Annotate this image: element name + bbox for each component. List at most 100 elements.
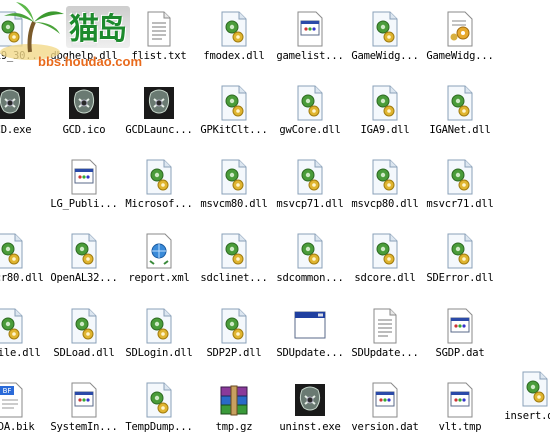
file-item[interactable]: TempDump... xyxy=(117,377,201,447)
file-label: SGDP.dat xyxy=(435,347,485,359)
file-label: SystemIn... xyxy=(50,421,118,433)
dll-gear-icon xyxy=(0,233,26,269)
file-label: msvcr71.dll xyxy=(426,198,494,210)
file-item[interactable]: GameWidg... xyxy=(418,6,502,76)
app-window-icon xyxy=(294,308,326,344)
file-item[interactable]: IGA9.dll xyxy=(343,80,427,150)
file-item[interactable]: SDUpdate... xyxy=(268,303,352,373)
file-label: SDLogin.dll xyxy=(125,347,193,359)
file-label: fmodex.dll xyxy=(203,50,265,62)
file-item[interactable]: IGANet.dll xyxy=(418,80,502,150)
game-exe-icon xyxy=(294,382,326,418)
file-item[interactable]: SDError.dll xyxy=(418,228,502,298)
file-label: TempDump... xyxy=(125,421,193,433)
dll-gear-icon xyxy=(143,308,175,344)
dll-gear-icon xyxy=(68,233,100,269)
file-label: SDUpdate... xyxy=(276,347,344,359)
file-label: gamelist... xyxy=(276,50,344,62)
file-item[interactable]: fmodex.dll xyxy=(192,6,276,76)
text-doc-icon xyxy=(369,308,401,344)
file-item[interactable]: version.dat xyxy=(343,377,427,447)
game-exe-icon xyxy=(0,85,26,121)
file-label: msvcp80.dll xyxy=(351,198,419,210)
file-item[interactable]: tmp.gz xyxy=(192,377,276,447)
file-label: GCDLaunc... xyxy=(125,124,193,136)
file-item[interactable]: msvcm80.dll xyxy=(192,154,276,224)
file-item[interactable]: GCD.ico xyxy=(42,80,126,150)
bik-file-icon: BF xyxy=(0,382,26,418)
file-item[interactable]: SDLogin.dll xyxy=(117,303,201,373)
file-item[interactable]: report.xml xyxy=(117,228,201,298)
dll-gear-icon xyxy=(218,159,250,195)
file-item[interactable]: SDLoad.dll xyxy=(42,303,126,373)
file-label: msvcm80.dll xyxy=(200,198,268,210)
file-item[interactable]: insert.dll xyxy=(493,366,550,436)
file-label: GameWidg... xyxy=(426,50,494,62)
palm-tree-icon xyxy=(0,2,64,60)
file-item[interactable]: vlt.tmp xyxy=(418,377,502,447)
file-item[interactable]: SDP2P.dll xyxy=(192,303,276,373)
file-label: IGA9.dll xyxy=(360,124,410,136)
file-item[interactable]: msvcr71.dll xyxy=(418,154,502,224)
site-watermark: 猫岛 bbs.houdao.com xyxy=(0,0,150,75)
dll-gear-icon xyxy=(294,85,326,121)
dll-gear-icon xyxy=(68,308,100,344)
window-doc-icon xyxy=(369,382,401,418)
file-item[interactable]: sdclinet... xyxy=(192,228,276,298)
xml-doc-icon xyxy=(143,233,175,269)
dll-gear-icon xyxy=(294,159,326,195)
file-label: GameWidg... xyxy=(351,50,419,62)
file-item[interactable]: sdcommon... xyxy=(268,228,352,298)
file-label: sdclinet... xyxy=(200,272,268,284)
file-item[interactable]: sdcore.dll xyxy=(343,228,427,298)
dll-gear-icon xyxy=(218,85,250,121)
dll-gear-icon xyxy=(218,308,250,344)
dll-gear-icon xyxy=(369,85,401,121)
file-item[interactable]: Microsof... xyxy=(117,154,201,224)
window-doc-icon xyxy=(68,159,100,195)
dll-gear-icon xyxy=(218,11,250,47)
file-item[interactable]: msvcp71.dll xyxy=(268,154,352,224)
file-label: GCD.ico xyxy=(62,124,106,136)
file-item[interactable]: SDUpdate... xyxy=(343,303,427,373)
file-label: Microsof... xyxy=(125,198,193,210)
file-label: IGANet.dll xyxy=(429,124,491,136)
dll-gear-icon xyxy=(294,233,326,269)
dll-gear-icon xyxy=(369,11,401,47)
file-label: OpenAL32... xyxy=(50,272,118,284)
file-label: SDP2P.dll xyxy=(206,347,262,359)
file-label: GPKitClt... xyxy=(200,124,268,136)
file-item[interactable]: SystemIn... xyxy=(42,377,126,447)
dll-gear-icon xyxy=(444,233,476,269)
file-label: uninst.exe xyxy=(279,421,341,433)
file-item[interactable]: LG_Publi... xyxy=(42,154,126,224)
game-exe-icon xyxy=(68,85,100,121)
game-exe-icon xyxy=(143,85,175,121)
file-label: SDError.dll xyxy=(426,272,494,284)
file-item[interactable]: GameWidg... xyxy=(343,6,427,76)
file-item[interactable]: gamelist... xyxy=(268,6,352,76)
dll-gear-icon xyxy=(0,308,26,344)
dll-gear-icon xyxy=(444,85,476,121)
file-label: version.dat xyxy=(351,421,419,433)
window-doc-icon xyxy=(294,11,326,47)
svg-text:BF: BF xyxy=(3,387,12,395)
dll-gear-icon xyxy=(143,382,175,418)
file-item[interactable]: GCDLaunc... xyxy=(117,80,201,150)
window-doc-icon xyxy=(444,308,476,344)
file-label: sdcommon... xyxy=(276,272,344,284)
config-doc-icon xyxy=(444,11,476,47)
file-label: report.xml xyxy=(128,272,190,284)
file-item[interactable]: OpenAL32... xyxy=(42,228,126,298)
watermark-brand: 猫岛 xyxy=(69,12,127,47)
window-doc-icon xyxy=(68,382,100,418)
file-item[interactable]: gwCore.dll xyxy=(268,80,352,150)
file-item[interactable]: SGDP.dat xyxy=(418,303,502,373)
file-label: msvcp71.dll xyxy=(276,198,344,210)
file-label: insert.dll xyxy=(504,409,550,422)
file-item[interactable]: uninst.exe xyxy=(268,377,352,447)
file-item[interactable]: msvcp80.dll xyxy=(343,154,427,224)
file-item[interactable]: GPKitClt... xyxy=(192,80,276,150)
dll-gear-icon xyxy=(519,371,550,407)
file-label: sdcore.dll xyxy=(354,272,416,284)
